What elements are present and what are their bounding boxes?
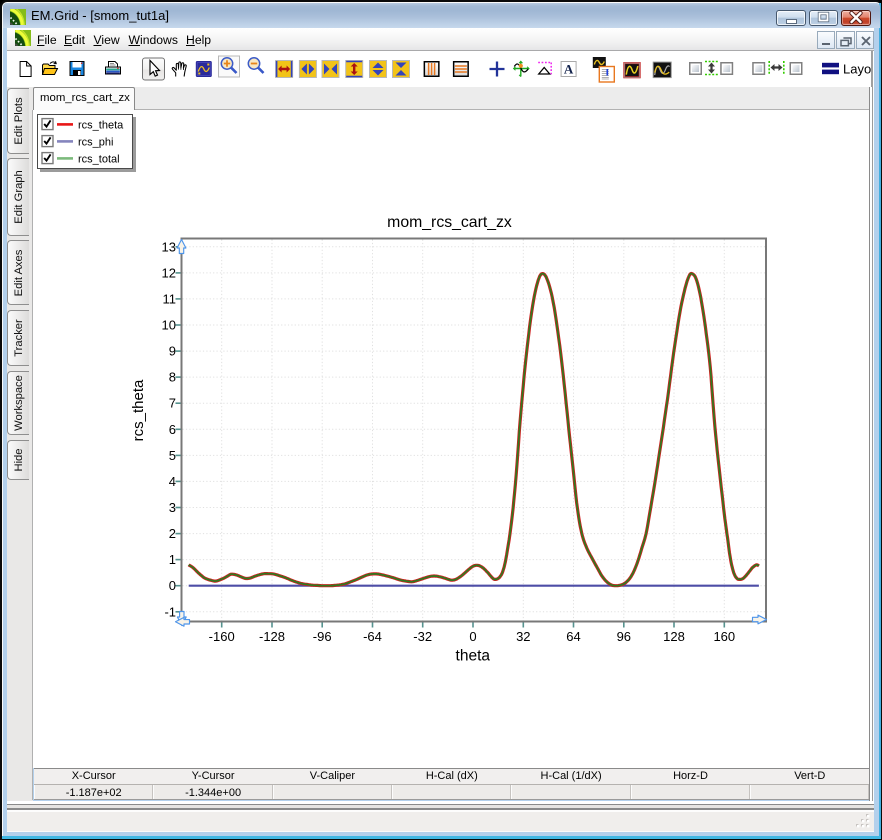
svg-text:-128: -128 <box>259 629 285 644</box>
svg-text:-64: -64 <box>363 629 382 644</box>
svg-text:-1: -1 <box>164 604 176 619</box>
svg-text:mom_rcs_cart_zx: mom_rcs_cart_zx <box>387 214 512 231</box>
svg-text:64: 64 <box>566 629 580 644</box>
svg-text:A: A <box>564 62 574 77</box>
svg-text:5: 5 <box>169 448 176 463</box>
svg-text:4: 4 <box>169 474 176 489</box>
svg-text:160: 160 <box>713 629 735 644</box>
svg-text:rcs_theta: rcs_theta <box>130 379 147 441</box>
svg-text:9: 9 <box>169 344 176 359</box>
svg-text:Layout: Layout <box>843 62 871 77</box>
svg-text:2: 2 <box>169 526 176 541</box>
svg-text:theta: theta <box>456 648 491 665</box>
svg-text:10: 10 <box>162 318 176 333</box>
svg-text:7: 7 <box>169 396 176 411</box>
svg-text:8: 8 <box>169 370 176 385</box>
svg-text:3: 3 <box>169 500 176 515</box>
svg-text:128: 128 <box>663 629 685 644</box>
svg-text:6: 6 <box>169 422 176 437</box>
svg-text:13: 13 <box>162 239 176 254</box>
svg-text:12: 12 <box>162 265 176 280</box>
svg-text:-32: -32 <box>413 629 432 644</box>
svg-text:rcs_phi: rcs_phi <box>78 136 113 148</box>
svg-text:-160: -160 <box>209 629 235 644</box>
svg-text:96: 96 <box>617 629 631 644</box>
svg-text:1: 1 <box>169 552 176 567</box>
svg-text:0: 0 <box>469 629 476 644</box>
svg-text:-96: -96 <box>313 629 332 644</box>
svg-text:0: 0 <box>169 578 176 593</box>
svg-text:11: 11 <box>163 291 177 306</box>
svg-text:32: 32 <box>516 629 530 644</box>
svg-text:rcs_theta: rcs_theta <box>78 119 124 131</box>
svg-text:rcs_total: rcs_total <box>78 153 120 165</box>
